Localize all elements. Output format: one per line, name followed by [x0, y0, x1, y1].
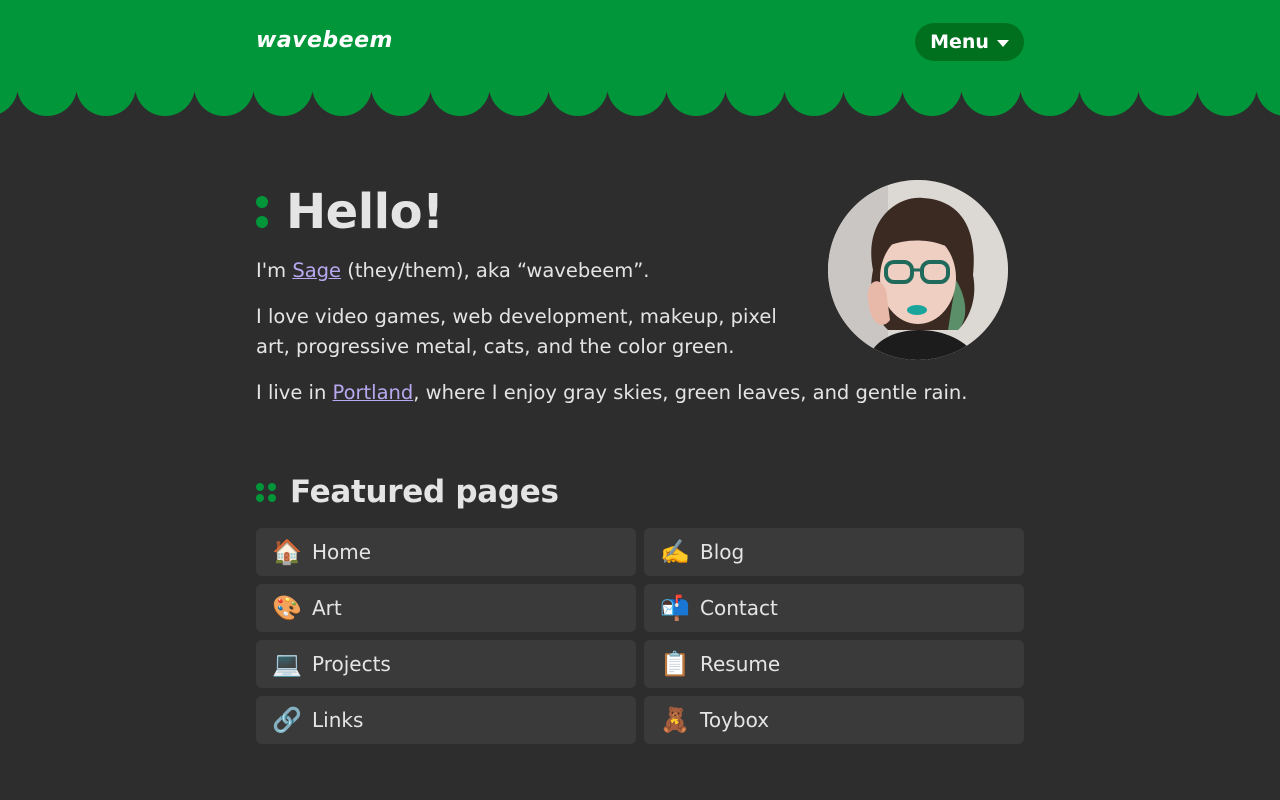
intro-paragraph-1: I'm Sage (they/them), aka “wavebeem”.	[256, 256, 650, 286]
featured-link-blog[interactable]: ✍️ Blog	[644, 528, 1024, 576]
caret-down-icon	[996, 39, 1009, 47]
featured-heading: Featured pages	[256, 472, 559, 512]
page-title: Hello!	[286, 184, 444, 240]
featured-link-label: Links	[312, 708, 364, 732]
scalloped-edge	[0, 84, 1280, 116]
avatar	[828, 180, 1008, 360]
menu-button[interactable]: Menu	[915, 23, 1024, 61]
featured-link-label: Contact	[700, 596, 778, 620]
intro-paragraph-3: I live in Portland, where I enjoy gray s…	[256, 378, 1024, 408]
site-logo[interactable]: wavebeem	[256, 28, 393, 53]
sage-link[interactable]: Sage	[292, 259, 341, 282]
hello-heading: Hello!	[256, 182, 444, 242]
site-header: wavebeem Menu	[0, 0, 1280, 116]
intro-text: I live in	[256, 381, 333, 404]
section-title: Featured pages	[290, 474, 559, 510]
featured-link-label: Home	[312, 540, 372, 564]
featured-link-label: Projects	[312, 652, 391, 676]
featured-link-projects[interactable]: 💻 Projects	[256, 640, 636, 688]
menu-button-label: Menu	[930, 31, 989, 53]
intro-paragraph-2: I love video games, web development, mak…	[256, 305, 777, 358]
writing-hand-icon: ✍️	[660, 538, 690, 566]
featured-link-toybox[interactable]: 🧸 Toybox	[644, 696, 1024, 744]
featured-pages-grid: 🏠 Home ✍️ Blog 🎨 Art 📬 Contact 💻 Project…	[256, 528, 1024, 744]
featured-link-home[interactable]: 🏠 Home	[256, 528, 636, 576]
featured-link-label: Art	[312, 596, 342, 620]
featured-link-label: Toybox	[700, 708, 770, 732]
laptop-icon: 💻	[272, 650, 302, 678]
header-band	[0, 0, 1280, 86]
featured-link-label: Blog	[700, 540, 745, 564]
teddy-bear-icon: 🧸	[660, 706, 690, 734]
link-icon: 🔗	[272, 706, 302, 734]
portrait-image	[828, 180, 1008, 360]
intro-text: (they/them), aka “wavebeem”.	[341, 259, 650, 282]
featured-link-links[interactable]: 🔗 Links	[256, 696, 636, 744]
featured-link-art[interactable]: 🎨 Art	[256, 584, 636, 632]
grid-dots-icon	[256, 482, 276, 502]
mailbox-icon: 📬	[660, 594, 690, 622]
intro-text: , where I enjoy gray skies, green leaves…	[413, 381, 968, 404]
palette-icon: 🎨	[272, 594, 302, 622]
featured-link-resume[interactable]: 📋 Resume	[644, 640, 1024, 688]
clipboard-icon: 📋	[660, 650, 690, 678]
intro-text: I'm	[256, 259, 293, 282]
colon-dots-icon	[256, 196, 268, 228]
featured-link-label: Resume	[700, 652, 781, 676]
featured-link-contact[interactable]: 📬 Contact	[644, 584, 1024, 632]
portland-link[interactable]: Portland	[333, 381, 414, 404]
house-icon: 🏠	[272, 538, 302, 566]
